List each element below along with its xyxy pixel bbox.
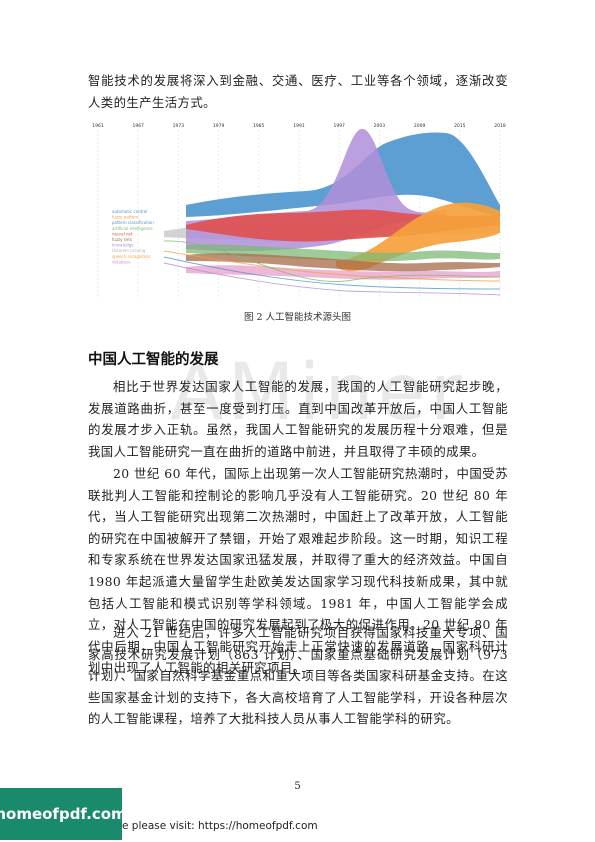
year-label: 1967 <box>132 123 144 129</box>
stream-label: automatic control <box>112 209 147 214</box>
stream-label: fuzzy sets <box>112 237 132 242</box>
ai-technology-origin-figure: 1961 1967 1973 1979 1985 1991 1997 2003 2009 2015… <box>86 121 506 301</box>
year-label: 2018 <box>494 123 506 129</box>
figure-caption: 图 2 人工智能技术源头图 <box>243 312 352 323</box>
year-label: 2015 <box>454 123 466 129</box>
stream-label: pattern classification <box>112 220 154 225</box>
year-label: 1973 <box>173 123 185 129</box>
stream-label: theorem proving <box>112 248 146 253</box>
stream-label: fuzzy pattern <box>112 215 139 220</box>
year-label: 2009 <box>414 123 426 129</box>
year-label: 1985 <box>253 123 265 129</box>
stream-label: neural net <box>112 231 133 236</box>
year-label: 1979 <box>213 123 225 129</box>
stream-label: knowledge <box>112 243 134 248</box>
logo-text: homeofpdf.com <box>0 805 127 823</box>
stream-label: speech recognition <box>112 254 151 259</box>
paragraph-1: 相比于世界发达国家人工智能的发展，我国的人工智能研究起步晚，发展道路曲折，甚至一… <box>88 379 508 459</box>
intro-paragraph: 智能技术的发展将深入到金融、交通、医疗、工业等各个领域，逐渐改变人类的生产生活方… <box>88 73 508 110</box>
year-label: 1961 <box>92 123 104 129</box>
stream-label: artificial intelligence <box>112 226 153 231</box>
homeofpdf-logo[interactable]: homeofpdf.com <box>0 788 127 840</box>
year-label: 1991 <box>293 123 305 129</box>
streamgraph: 1961 1967 1973 1979 1985 1991 1997 2003 2009 2015… <box>92 123 506 299</box>
paragraph-3: 进入 21 世纪后，许多人工智能研究项目获得国家科技重大专项、国家高技术研究发展… <box>88 625 508 727</box>
section-heading: 中国人工智能的发展 <box>88 352 219 368</box>
stream-label: database <box>112 259 131 264</box>
year-label: 1997 <box>333 123 345 129</box>
footer-link[interactable]: e please visit: https://homeofpdf.com <box>122 820 318 832</box>
year-label: 2003 <box>374 123 386 129</box>
